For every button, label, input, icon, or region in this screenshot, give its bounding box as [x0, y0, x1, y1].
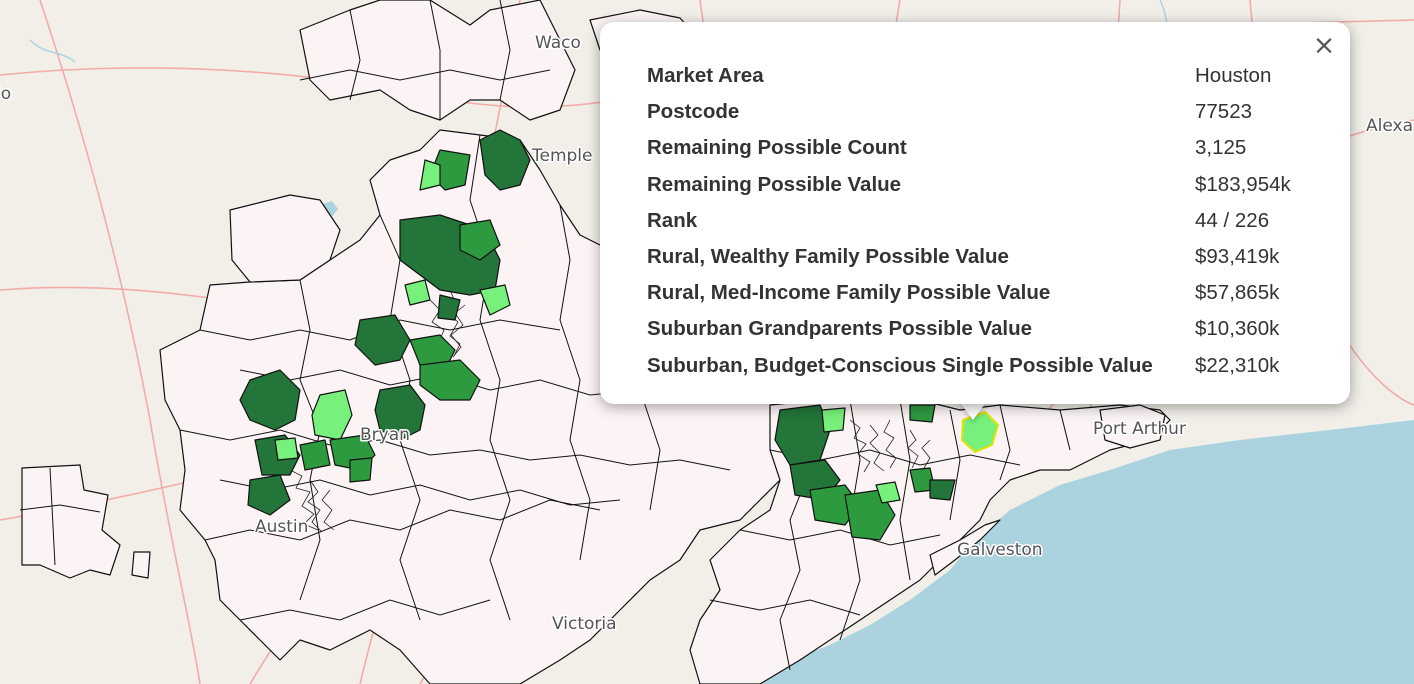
info-value: $10,360k: [1195, 317, 1280, 341]
info-value: $183,954k: [1195, 172, 1291, 196]
info-row-rural-wealthy: Rural, Wealthy Family Possible Value $93…: [647, 239, 1291, 275]
info-label: Market Area: [647, 64, 764, 88]
info-row-rural-med-income: Rural, Med-Income Family Possible Value …: [647, 275, 1291, 311]
city-label-waco: Waco: [535, 33, 581, 53]
info-value: 77523: [1195, 100, 1253, 124]
city-label-port-arthur: Port Arthur: [1093, 419, 1186, 439]
city-label-bryan: Bryan: [360, 425, 410, 445]
city-label-victoria: Victoria: [552, 614, 617, 634]
info-value: $93,419k: [1195, 245, 1280, 269]
popup-info-table: Market Area Houston Postcode 77523 Remai…: [647, 58, 1291, 384]
info-label: Rank: [647, 208, 698, 232]
info-value: $57,865k: [1195, 281, 1280, 305]
info-label: Remaining Possible Value: [647, 172, 902, 196]
city-label-left-edge: lo: [0, 84, 11, 104]
info-label: Postcode: [647, 100, 740, 124]
city-label-austin: Austin: [255, 517, 308, 537]
info-label: Remaining Possible Count: [647, 136, 907, 160]
city-label-galveston: Galveston: [957, 540, 1043, 560]
info-row-rank: Rank 44 / 226: [647, 203, 1291, 239]
info-label: Rural, Med-Income Family Possible Value: [647, 281, 1051, 305]
info-label: Suburban, Budget-Conscious Single Possib…: [647, 353, 1153, 377]
postcode-info-popup: × Market Area Houston Postcode 77523 Rem…: [600, 22, 1350, 404]
info-row-postcode: Postcode 77523: [647, 94, 1291, 130]
info-row-remaining-count: Remaining Possible Count 3,125: [647, 130, 1291, 166]
close-icon[interactable]: ×: [1312, 32, 1336, 60]
info-row-market-area: Market Area Houston: [647, 58, 1291, 94]
info-value: 44 / 226: [1195, 208, 1270, 232]
info-value: Houston: [1195, 64, 1272, 88]
info-row-suburban-grandparents: Suburban Grandparents Possible Value $10…: [647, 311, 1291, 347]
info-value: 3,125: [1195, 136, 1247, 160]
city-label-alexandria: Alexa: [1366, 116, 1413, 136]
city-label-temple: Temple: [531, 146, 593, 166]
info-value: $22,310k: [1195, 353, 1280, 377]
info-row-remaining-value: Remaining Possible Value $183,954k: [647, 167, 1291, 203]
info-row-suburban-budget-single: Suburban, Budget-Conscious Single Possib…: [647, 348, 1291, 384]
info-label: Suburban Grandparents Possible Value: [647, 317, 1033, 341]
info-label: Rural, Wealthy Family Possible Value: [647, 245, 1009, 269]
